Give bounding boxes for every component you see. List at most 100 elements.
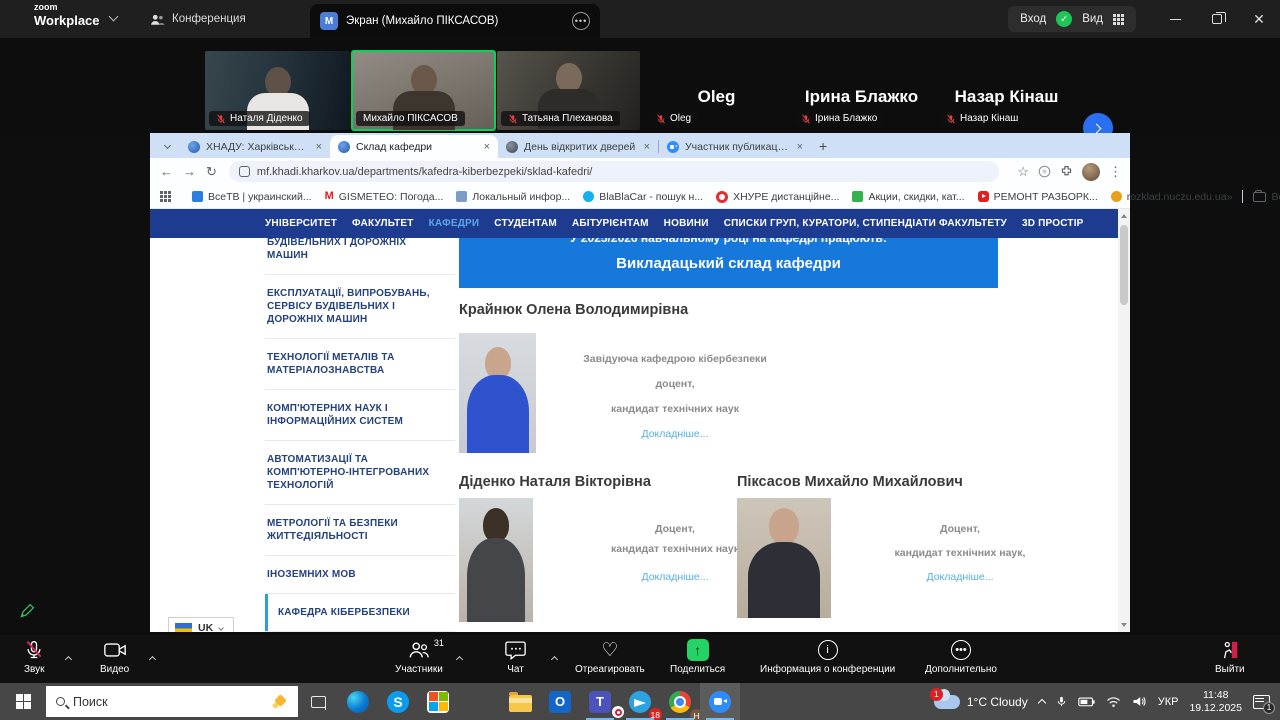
sidebar-item[interactable]: ІНОЗЕМНИХ МОВ bbox=[265, 556, 455, 594]
browser-tab-active[interactable]: Склад кафедри × bbox=[330, 135, 498, 158]
grid-view-icon[interactable] bbox=[1113, 14, 1124, 25]
participants-button[interactable]: 31 Участники bbox=[395, 639, 443, 675]
close-tab-icon[interactable]: × bbox=[484, 141, 490, 153]
tray-wifi-icon[interactable] bbox=[1106, 696, 1121, 708]
page-scrollbar[interactable] bbox=[1118, 209, 1130, 632]
all-bookmarks-button[interactable]: Все закладки bbox=[1253, 191, 1280, 203]
bookmark-star-icon[interactable]: ☆ bbox=[1017, 164, 1029, 180]
bookmark-item[interactable]: Акции, скидки, кат... bbox=[852, 191, 964, 203]
chat-button[interactable]: Чат bbox=[505, 639, 526, 675]
start-button[interactable] bbox=[0, 683, 46, 720]
audio-tile[interactable]: Ірина Блажко Ірина Блажко bbox=[790, 51, 933, 130]
chrome-profile-avatar[interactable] bbox=[1082, 163, 1100, 181]
meeting-info-button[interactable]: i Информация о конференции bbox=[760, 639, 895, 675]
forward-button[interactable]: → bbox=[183, 164, 196, 179]
taskbar-weather[interactable]: 1 1°C Cloudy bbox=[934, 695, 1028, 709]
video-options-chevron[interactable] bbox=[150, 649, 155, 667]
chevron-down-icon[interactable] bbox=[109, 12, 119, 22]
reload-button[interactable]: ↻ bbox=[206, 164, 217, 180]
extensions-puzzle-icon[interactable] bbox=[1060, 165, 1073, 178]
nav-item[interactable]: 3D ПРОСТІР bbox=[1022, 218, 1084, 229]
bookmark-item[interactable]: ХНУРЕ дистанційне... bbox=[716, 191, 839, 203]
taskbar-app-explorer[interactable] bbox=[500, 683, 540, 720]
tray-mic-icon[interactable] bbox=[1056, 694, 1067, 709]
tray-expand-chevron[interactable] bbox=[1037, 699, 1045, 707]
video-tile[interactable]: Татьяна Плеханова bbox=[497, 51, 640, 130]
taskbar-app-telegram[interactable]: 18 bbox=[620, 683, 660, 720]
bookmark-item[interactable]: ВсеТВ | украинский... bbox=[192, 191, 312, 203]
new-tab-button[interactable]: + bbox=[819, 138, 827, 154]
taskbar-app-edge[interactable] bbox=[338, 683, 378, 720]
sidebar-item[interactable]: ТЕХНОЛОГІЇ МЕТАЛІВ ТА МАТЕРІАЛОЗНАВСТВА bbox=[265, 339, 455, 390]
close-tab-icon[interactable]: × bbox=[644, 141, 650, 153]
site-info-icon[interactable] bbox=[239, 166, 250, 177]
sidebar-item[interactable]: КОМП'ЮТЕРНИХ НАУК І ІНФОРМАЦІЙНИХ СИСТЕМ bbox=[265, 390, 455, 441]
address-bar[interactable]: mf.khadi.kharkov.ua/departments/kafedra-… bbox=[229, 161, 999, 182]
tab-screen-share[interactable]: М Экран (Михайло ПІКСАСОВ) ••• bbox=[310, 4, 600, 38]
nav-item[interactable]: УНІВЕРСИТЕТ bbox=[265, 218, 337, 229]
bookmark-item[interactable]: РЕМОНТ РАЗБОРК... bbox=[978, 191, 1098, 203]
taskbar-app-teams[interactable]: T bbox=[580, 683, 620, 720]
sidebar-item[interactable]: ЕКСПЛУАТАЦІЇ, ВИПРОБУВАНЬ, СЕРВІСУ БУДІВ… bbox=[265, 275, 455, 339]
nav-item-active[interactable]: КАФЕДРИ bbox=[429, 218, 480, 229]
leave-button[interactable]: Выйти bbox=[1215, 639, 1245, 675]
close-tab-icon[interactable]: × bbox=[316, 141, 322, 153]
scroll-down-arrow[interactable] bbox=[1121, 623, 1127, 627]
taskbar-app-skype[interactable]: S bbox=[378, 683, 418, 720]
more-button[interactable]: ••• Дополнительно bbox=[925, 639, 997, 675]
restore-button[interactable] bbox=[1196, 0, 1238, 38]
sidebar-subitem[interactable]: БАКАЛАВРАТ bbox=[265, 631, 455, 632]
back-button[interactable]: ← bbox=[160, 164, 173, 179]
tab-conference[interactable]: Конференция bbox=[150, 0, 246, 38]
taskbar-app-zoom[interactable] bbox=[700, 683, 740, 720]
audio-button[interactable]: Звук bbox=[24, 639, 45, 675]
more-options-icon[interactable]: ••• bbox=[572, 12, 590, 30]
security-shield-icon[interactable]: ✓ bbox=[1056, 11, 1072, 27]
keyboard-language[interactable]: УКР bbox=[1158, 696, 1179, 708]
task-view-button[interactable] bbox=[298, 683, 338, 720]
sidebar-item[interactable]: БУДІВЕЛЬНИХ І ДОРОЖНІХ МАШИН bbox=[265, 238, 455, 275]
nav-item[interactable]: СПИСКИ ГРУП, КУРАТОРИ, СТИПЕНДІАТИ ФАКУЛ… bbox=[724, 218, 1007, 229]
tray-volume-icon[interactable] bbox=[1132, 695, 1147, 708]
browser-tab[interactable]: Участник публикации - Zoom × bbox=[659, 135, 811, 158]
nav-item[interactable]: АБІТУРІЄНТАМ bbox=[572, 218, 649, 229]
scroll-up-arrow[interactable] bbox=[1121, 214, 1127, 218]
react-button[interactable]: ♡ Отреагировать bbox=[575, 639, 645, 675]
browser-tab[interactable]: ХНАДУ: Харківський націонал × bbox=[180, 135, 330, 158]
sidebar-item[interactable]: АВТОМАТИЗАЦІЇ ТА КОМП'ЮТЕРНО-ІНТЕГРОВАНИ… bbox=[265, 441, 455, 505]
audio-tile[interactable]: Oleg Oleg bbox=[645, 51, 788, 130]
details-link[interactable]: Докладніше... bbox=[641, 428, 708, 440]
chrome-menu-icon[interactable]: ⋮ bbox=[1109, 164, 1122, 180]
taskbar-app-outlook[interactable]: O bbox=[540, 683, 580, 720]
bookmark-item[interactable]: Локальный инфор... bbox=[456, 191, 570, 203]
taskbar-search[interactable]: Поиск bbox=[46, 686, 298, 717]
bookmark-item[interactable]: МGISMETEO: Погода... bbox=[325, 191, 444, 203]
extension-icon[interactable] bbox=[1038, 165, 1051, 178]
bookmark-item[interactable]: rozklad.nuczu.edu.ua bbox=[1111, 191, 1227, 203]
share-button[interactable]: ↑ Поделиться bbox=[670, 639, 725, 675]
video-button[interactable]: Видео bbox=[100, 639, 129, 675]
video-tile[interactable]: Наталя Діденко bbox=[205, 51, 350, 130]
view-button[interactable]: Вид bbox=[1082, 13, 1103, 25]
nav-item[interactable]: ФАКУЛЬТЕТ bbox=[352, 218, 414, 229]
annotation-pencil-icon[interactable] bbox=[16, 600, 38, 622]
minimize-button[interactable] bbox=[1154, 0, 1196, 38]
details-link[interactable]: Докладніше... bbox=[926, 571, 993, 583]
close-tab-icon[interactable]: × bbox=[797, 141, 803, 153]
tray-battery-icon[interactable] bbox=[1078, 696, 1095, 707]
sidebar-item[interactable]: МЕТРОЛОГІЇ ТА БЕЗПЕКИ ЖИТТЄДІЯЛЬНОСТІ bbox=[265, 505, 455, 556]
bookmarks-overflow-button[interactable]: » bbox=[1227, 191, 1233, 203]
participants-options-chevron[interactable] bbox=[457, 649, 462, 667]
language-selector[interactable]: UK bbox=[168, 617, 234, 632]
browser-tab[interactable]: День відкритих дверей × bbox=[498, 135, 658, 158]
nav-item[interactable]: НОВИНИ bbox=[664, 218, 709, 229]
close-button[interactable]: ✕ bbox=[1238, 0, 1280, 38]
tab-search-button[interactable] bbox=[156, 134, 178, 156]
login-button[interactable]: Вход bbox=[1020, 13, 1046, 25]
sidebar-item-active[interactable]: КАФЕДРА КІБЕРБЕЗПЕКИ bbox=[265, 594, 455, 631]
audio-tile[interactable]: Назар Кінаш Назар Кінаш bbox=[935, 51, 1078, 130]
apps-grid-icon[interactable] bbox=[160, 191, 171, 202]
details-link[interactable]: Докладніше... bbox=[641, 571, 708, 583]
bookmark-item[interactable]: BlaBlaCar - пошук н... bbox=[583, 191, 703, 203]
nav-item[interactable]: СТУДЕНТАМ bbox=[494, 218, 557, 229]
